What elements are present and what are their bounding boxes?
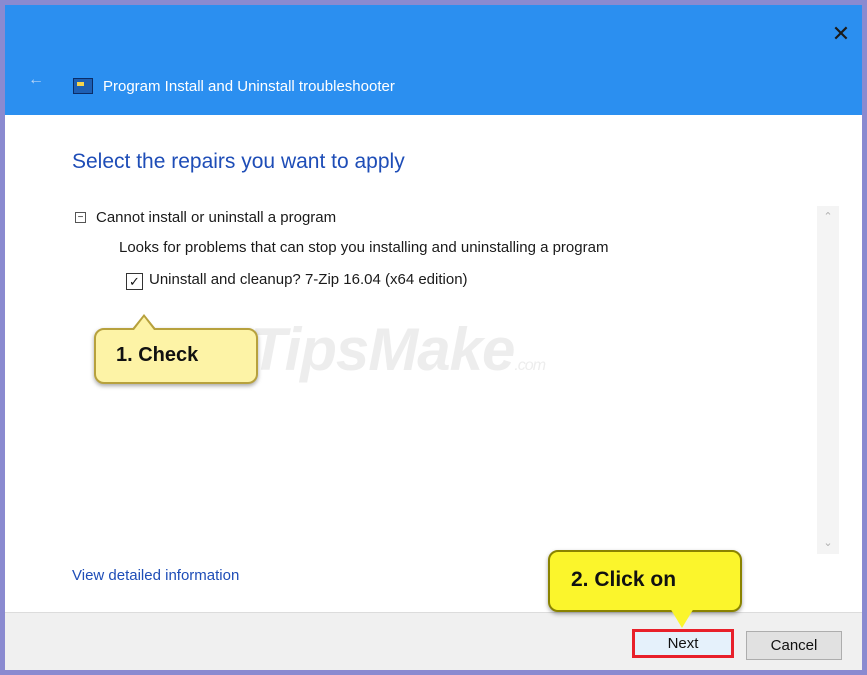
cancel-button[interactable]: Cancel bbox=[746, 631, 842, 660]
repair-group-title: Cannot install or uninstall a program bbox=[96, 209, 337, 226]
repair-group-description: Looks for problems that can stop you ins… bbox=[119, 239, 609, 256]
watermark-suffix: .com bbox=[514, 357, 546, 374]
scroll-up-icon[interactable]: ⌃ bbox=[817, 206, 839, 228]
next-button[interactable]: Next bbox=[632, 629, 734, 658]
annotation-click-callout: 2. Click on bbox=[548, 550, 742, 628]
close-icon: ✕ bbox=[831, 21, 851, 46]
window-title: Program Install and Uninstall troublesho… bbox=[103, 78, 395, 95]
page-heading: Select the repairs you want to apply bbox=[72, 150, 405, 173]
annotation-check-text: 1. Check bbox=[116, 344, 199, 366]
troubleshooter-window: ✕ ← Program Install and Uninstall troubl… bbox=[5, 5, 862, 670]
close-button[interactable]: ✕ bbox=[826, 19, 856, 49]
repair-item-label[interactable]: Uninstall and cleanup? 7-Zip 16.04 (x64 … bbox=[149, 271, 468, 288]
vertical-scrollbar[interactable]: ⌃ ⌄ bbox=[817, 206, 839, 554]
view-detailed-information-link[interactable]: View detailed information bbox=[72, 567, 239, 584]
annotation-check-callout: 1. Check bbox=[94, 314, 258, 384]
footer-bar: Next Cancel bbox=[5, 612, 862, 670]
annotation-click-text: 2. Click on bbox=[571, 568, 677, 591]
troubleshooter-app-icon bbox=[73, 78, 93, 94]
collapse-icon[interactable]: − bbox=[75, 212, 86, 223]
repair-checkbox[interactable]: ✓ bbox=[126, 273, 143, 290]
scroll-down-icon[interactable]: ⌄ bbox=[817, 532, 839, 554]
back-button[interactable]: ← bbox=[25, 69, 47, 91]
title-bar: ✕ ← Program Install and Uninstall troubl… bbox=[5, 5, 862, 115]
watermark-text: TipsMake bbox=[250, 316, 515, 383]
back-arrow-icon: ← bbox=[28, 71, 44, 88]
watermark: TipsMake.com bbox=[250, 315, 546, 384]
